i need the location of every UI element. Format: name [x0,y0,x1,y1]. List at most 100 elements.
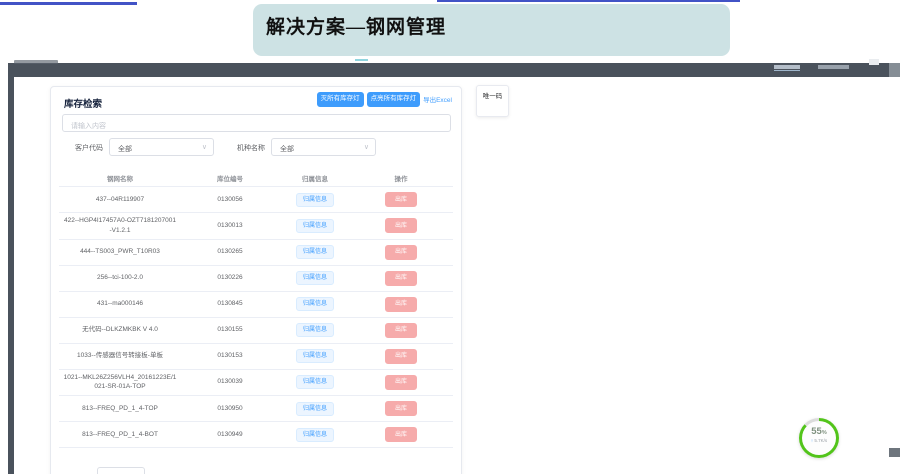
percent-value: 55% [802,427,836,437]
location-code: 0130226 [181,270,279,286]
attribution-info-button[interactable]: 归属信息 [296,271,334,285]
top-blue-line [437,0,740,2]
attribution-cell: 归属信息 [279,190,351,210]
operation-cell: 出库 [351,294,451,315]
attribution-info-button[interactable]: 归属信息 [296,402,334,416]
inventory-search-card: 库存检索 灭所有库存灯 点亮所有库存灯 导出Excel 客户代码 全部 ∨ 机种… [50,86,462,474]
operation-cell: 出库 [351,398,451,419]
attribution-cell: 归属信息 [279,346,351,366]
stencil-name: 444--TS003_PWR_T10R03 [59,244,181,260]
table-row: 422--HGP4I17457A0-OZT7181207001-V1.2.1 0… [59,213,453,240]
model-name-select[interactable]: 全部 ∨ [271,138,376,156]
operation-cell: 出库 [351,215,451,236]
outbound-button[interactable]: 出库 [385,297,417,312]
attribution-cell: 归属信息 [279,216,351,236]
unique-code-card[interactable]: 唯一码 [476,85,509,117]
attribution-info-button[interactable]: 归属信息 [296,323,334,337]
location-code: 0130153 [181,348,279,364]
chevron-down-icon: ∨ [202,143,207,151]
filter-row: 客户代码 全部 ∨ 机种名称 全部 ∨ [51,135,461,163]
table-row: 1033--传感器信号转接板-单板 0130153 归属信息 出库 [59,344,453,370]
operation-cell: 出库 [351,424,451,445]
page-size-select[interactable]: 10条/页 ∨ [97,467,145,474]
location-code: 0130845 [181,296,279,312]
outbound-button[interactable]: 出库 [385,375,417,390]
operation-cell: 出库 [351,320,451,341]
outbound-button[interactable]: 出库 [385,192,417,207]
stencil-name: 813--FREQ_PD_1_4-TOP [59,401,181,417]
stencil-name: 1021--MKL26Z256VLH4_20161223E/1021-SR-01… [59,370,181,396]
attribution-info-button[interactable]: 归属信息 [296,297,334,311]
titlebar-link[interactable] [774,65,800,69]
table-row: 431--ma000146 0130845 归属信息 出库 [59,292,453,318]
col-location-code: 库位编号 [181,173,279,183]
model-name-value: 全部 [280,144,294,154]
stencil-table: 钢网名称 库位编号 归属信息 操作 437--04R119907 0130056… [59,169,453,448]
operation-cell: 出库 [351,268,451,289]
model-name-label: 机种名称 [237,143,265,153]
stencil-name: 1033--传感器信号转接板-单板 [59,348,181,364]
table-row: 813--FREQ_PD_1_4-TOP 0130950 归属信息 出库 [59,396,453,422]
slide-banner: 解决方案—钢网管理 [253,4,730,56]
location-code: 0130949 [181,427,279,443]
stencil-name: 813--FREQ_PD_1_4-BOT [59,427,181,443]
operation-cell: 出库 [351,242,451,263]
titlebar-endcap [889,63,900,77]
attribution-cell: 归属信息 [279,320,351,340]
search-input-wrap [62,114,451,132]
turn-off-all-lights-button[interactable]: 灭所有库存灯 [317,92,364,107]
operation-cell: 出库 [351,189,451,210]
attribution-info-button[interactable]: 归属信息 [296,428,334,442]
col-stencil-name: 钢网名称 [59,173,181,183]
attribution-info-button[interactable]: 归属信息 [296,375,334,389]
pagination-total: 共 10 条 [65,467,91,474]
attribution-cell: 归属信息 [279,399,351,419]
export-excel-link[interactable]: 导出Excel [423,94,452,104]
titlebar-user-menu[interactable] [818,65,849,69]
titlebar-window-icon[interactable] [869,59,879,65]
search-input[interactable] [63,119,450,135]
attribution-cell: 归属信息 [279,294,351,314]
attribution-info-button[interactable]: 归属信息 [296,219,334,233]
table-row: 813--FREQ_PD_1_4-BOT 0130949 归属信息 出库 [59,422,453,448]
stencil-name: 422--HGP4I17457A0-OZT7181207001-V1.2.1 [59,213,181,239]
outbound-button[interactable]: 出库 [385,271,417,286]
location-code: 0130265 [181,244,279,260]
outbound-button[interactable]: 出库 [385,427,417,442]
attribution-info-button[interactable]: 归属信息 [296,245,334,259]
customer-code-select[interactable]: 全部 ∨ [109,138,214,156]
location-code: 0130950 [181,401,279,417]
outbound-button[interactable]: 出库 [385,401,417,416]
app-window: 库存检索 灭所有库存灯 点亮所有库存灯 导出Excel 客户代码 全部 ∨ 机种… [8,63,900,474]
table-header-row: 钢网名称 库位编号 归属信息 操作 [59,169,453,187]
col-attribution: 归属信息 [279,173,351,183]
attribution-info-button[interactable]: 归属信息 [296,193,334,207]
attribution-cell: 归属信息 [279,268,351,288]
attribution-cell: 归属信息 [279,242,351,262]
slide-title: 解决方案—钢网管理 [266,12,446,39]
location-code: 0130013 [181,218,279,234]
screenshot-root: 解决方案—钢网管理 库存检索 灭所有库存灯 点亮所有库存灯 导出Excel [0,0,900,474]
stencil-name: 437--04R119907 [59,192,181,208]
outbound-button[interactable]: 出库 [385,218,417,233]
card-header: 库存检索 灭所有库存灯 点亮所有库存灯 导出Excel [51,87,461,111]
corner-fragment [889,448,900,457]
header-actions: 灭所有库存灯 点亮所有库存灯 导出Excel [317,92,452,107]
unique-code-label: 唯一码 [477,90,508,100]
table-row: 256--tci-100-2.0 0130226 归属信息 出库 [59,266,453,292]
location-code: 0130039 [181,374,279,390]
attribution-info-button[interactable]: 归属信息 [296,349,334,363]
network-speed-widget[interactable]: 55% ↑ 5.7K/s [799,418,839,458]
outbound-button[interactable]: 出库 [385,349,417,364]
attribution-cell: 归属信息 [279,372,351,392]
outbound-button[interactable]: 出库 [385,323,417,338]
table-row: 1021--MKL26Z256VLH4_20161223E/1021-SR-01… [59,370,453,397]
location-code: 0130155 [181,322,279,338]
customer-code-label: 客户代码 [75,143,103,153]
pagination: 共 10 条 10条/页 ∨ [65,467,145,474]
table-row: 437--04R119907 0130056 归属信息 出库 [59,187,453,213]
outbound-button[interactable]: 出库 [385,245,417,260]
light-all-lights-button[interactable]: 点亮所有库存灯 [367,92,421,107]
table-row: 444--TS003_PWR_T10R03 0130265 归属信息 出库 [59,240,453,266]
app-titlebar [8,63,889,77]
